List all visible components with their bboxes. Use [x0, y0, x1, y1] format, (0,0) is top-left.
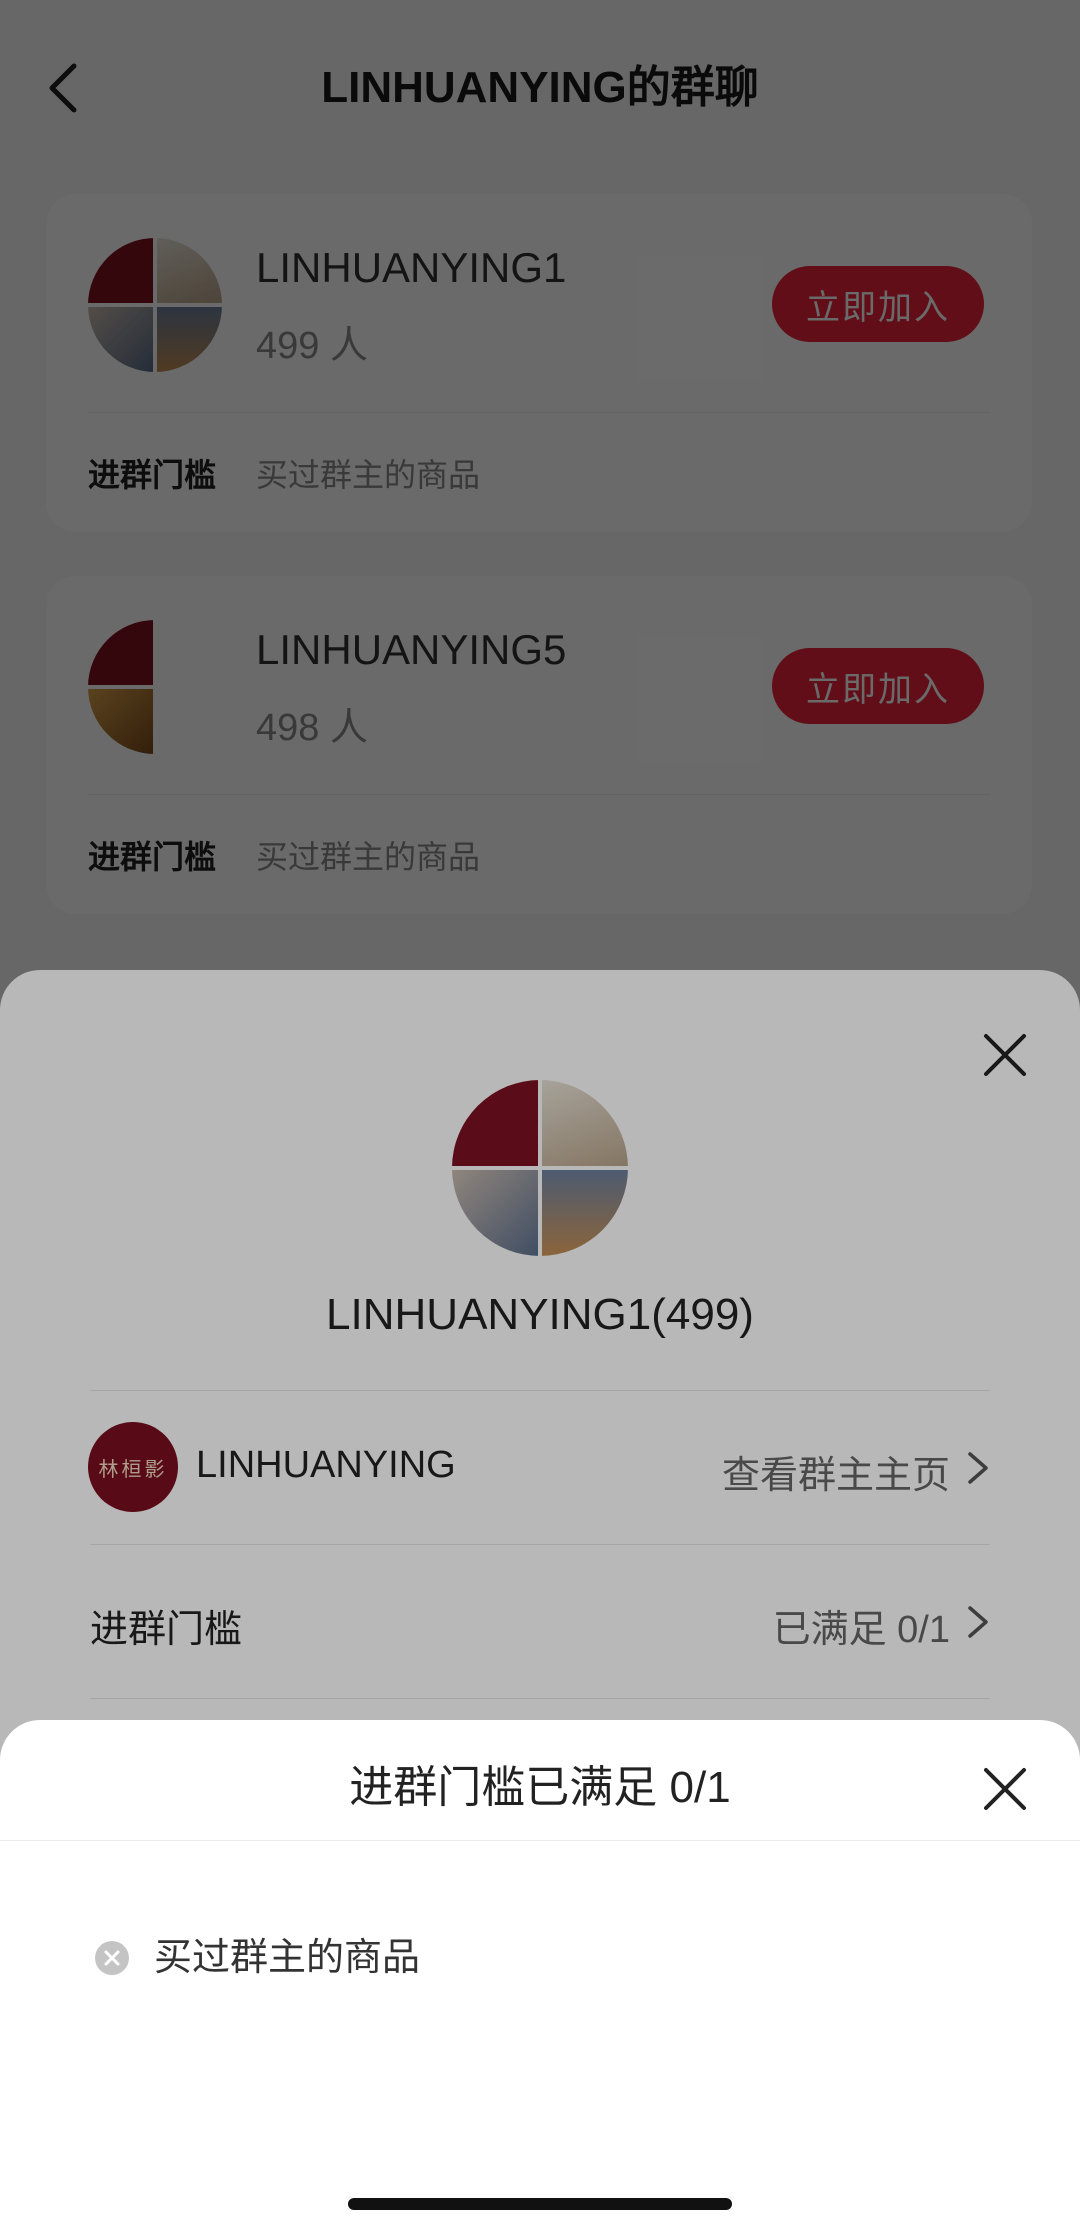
- divider: [0, 1840, 1080, 1841]
- sheet-title: 进群门槛已满足 0/1: [349, 1763, 731, 1812]
- condition-text: 买过群主的商品: [154, 1937, 421, 1979]
- close-icon[interactable]: [982, 1766, 1028, 1812]
- threshold-sheet: 进群门槛已满足 0/1 买过群主的商品: [0, 1720, 1080, 2234]
- unmet-x-circle-icon: [95, 1941, 129, 1975]
- home-indicator: [348, 2198, 732, 2210]
